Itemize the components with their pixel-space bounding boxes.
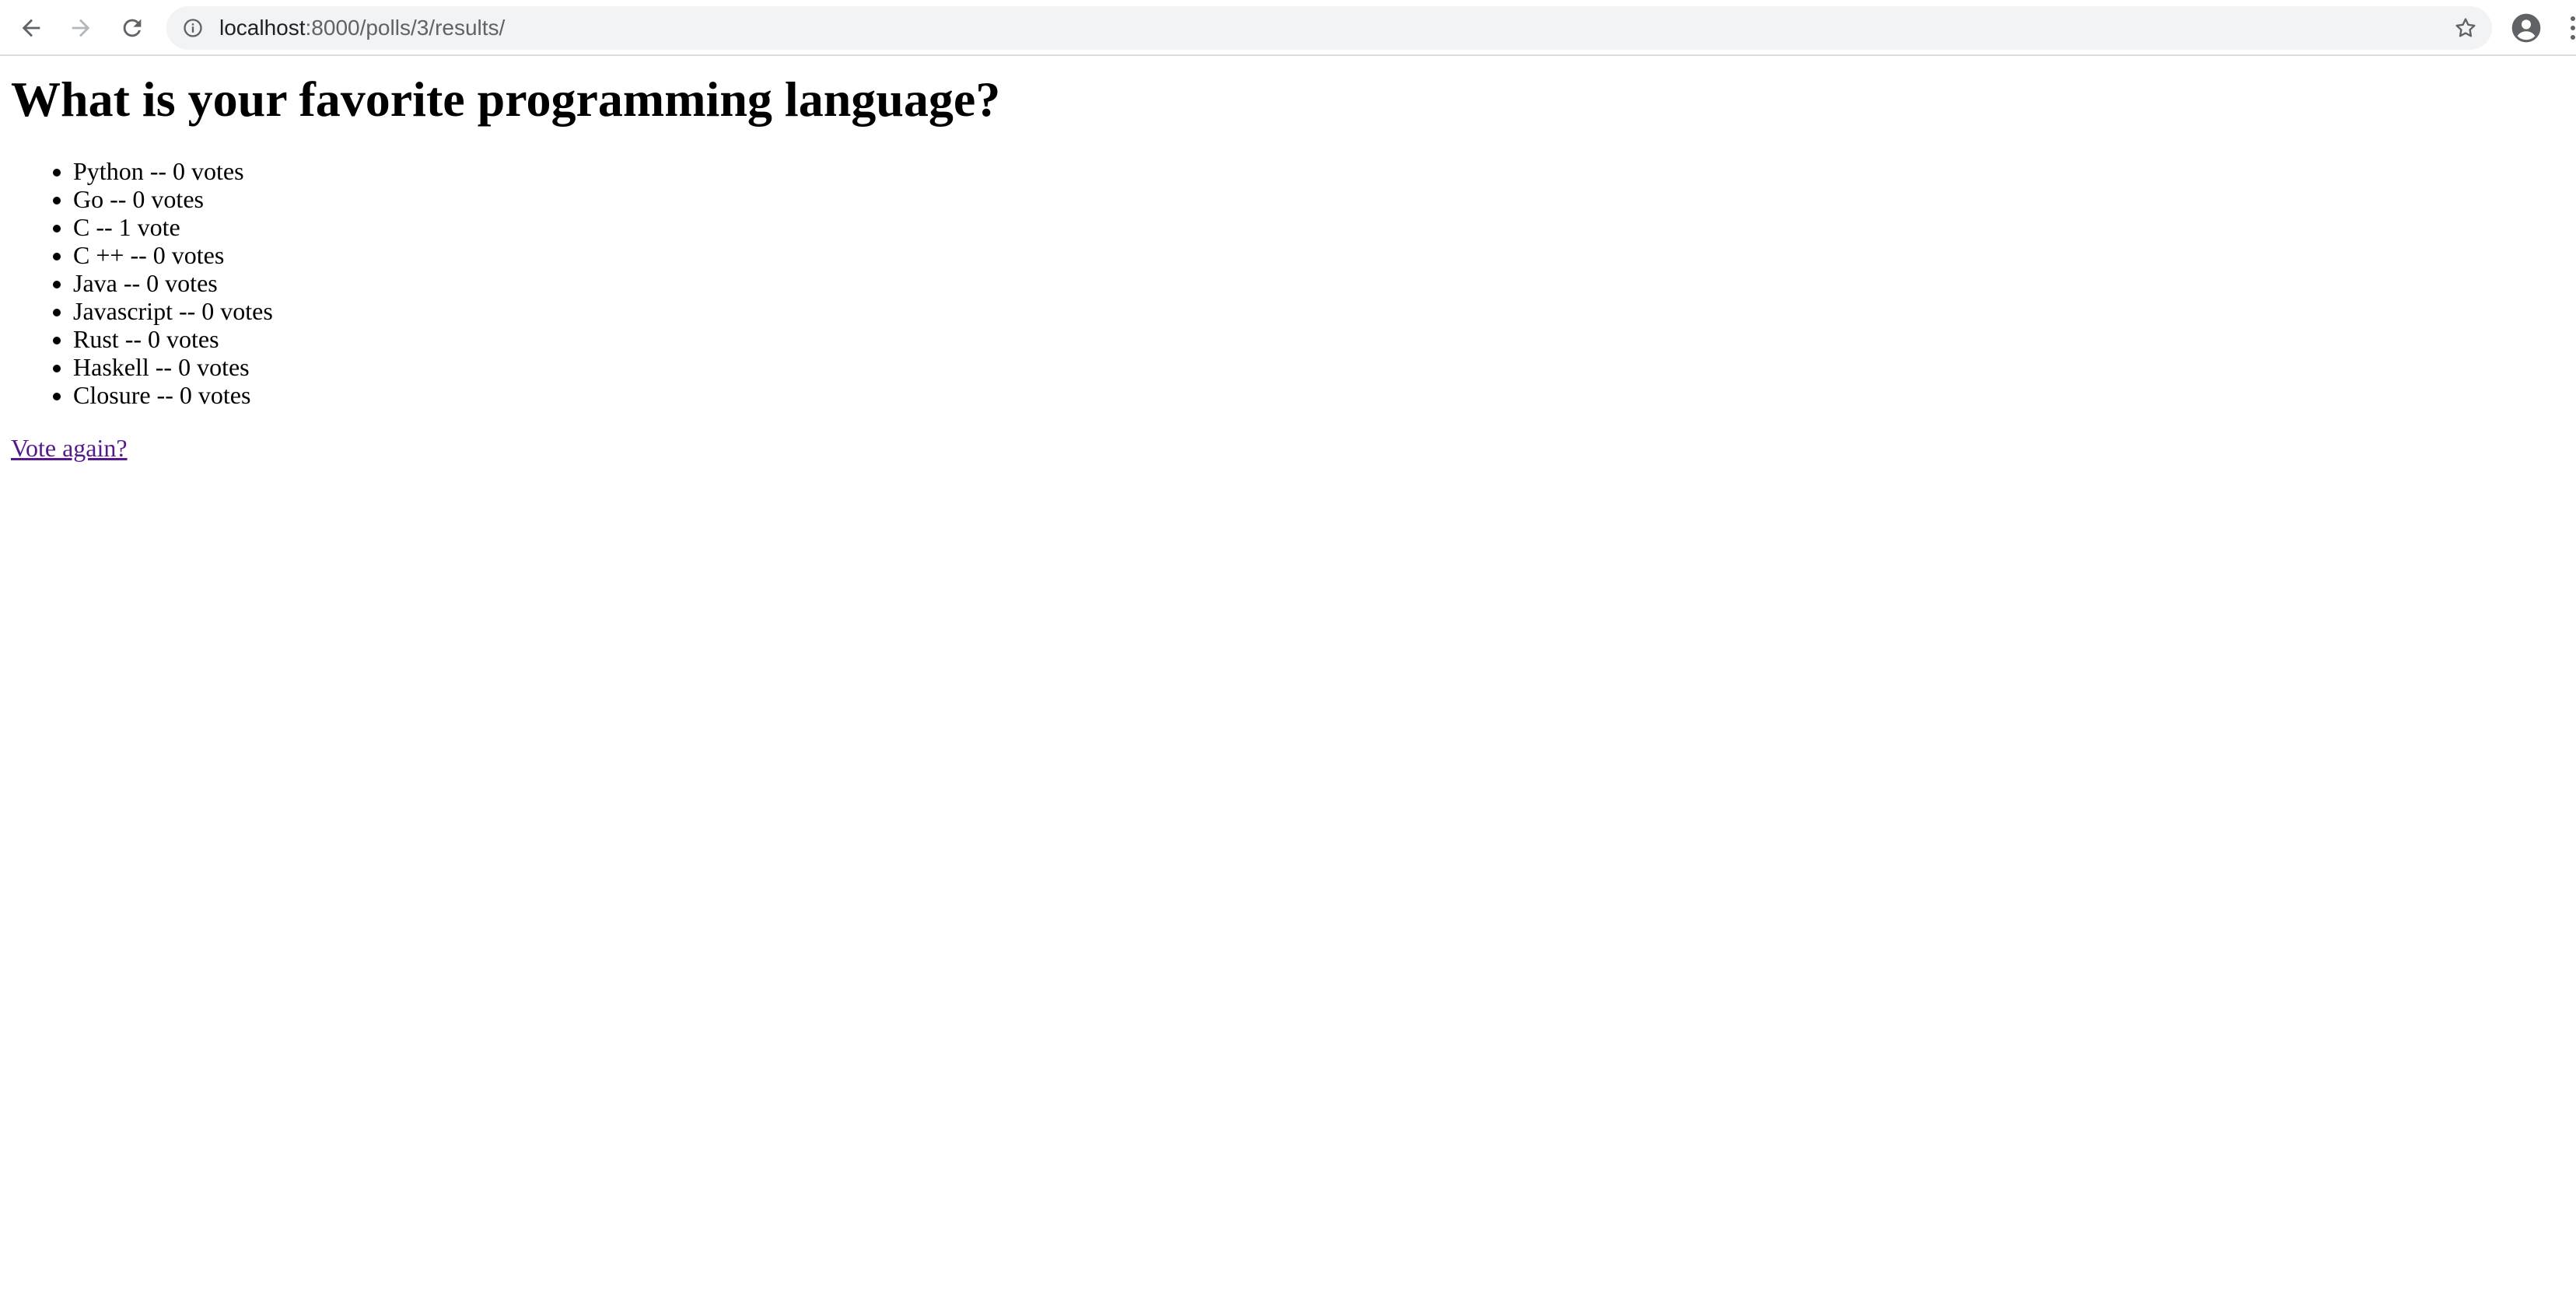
address-bar[interactable]: localhost:8000/polls/3/results/ [166,6,2492,50]
poll-question: What is your favorite programming langua… [11,72,1001,127]
browser-toolbar: localhost:8000/polls/3/results/ [0,0,2576,56]
result-item: Python -- 0 votes [73,157,273,185]
result-item: Closure -- 0 votes [73,381,273,409]
result-item: C -- 1 vote [73,213,273,241]
result-item: Go -- 0 votes [73,185,273,213]
kebab-menu-icon[interactable] [2564,14,2576,42]
arrow-left-icon [22,19,40,37]
page-content: What is your favorite programming langua… [0,56,2576,1311]
arrow-right-icon [72,19,90,37]
url-text[interactable]: localhost:8000/polls/3/results/ [219,6,505,50]
reload-icon [123,19,142,37]
back-button[interactable] [12,9,50,47]
result-item: Java -- 0 votes [73,269,273,297]
result-item: Rust -- 0 votes [73,325,273,353]
results-list: Python -- 0 votes Go -- 0 votes C -- 1 v… [0,157,273,409]
vote-again-link[interactable]: Vote again? [11,434,128,462]
result-item: Haskell -- 0 votes [73,353,273,381]
account-icon[interactable] [2509,11,2543,45]
info-icon[interactable] [182,17,204,39]
url-path: :8000/polls/3/results/ [305,16,506,40]
star-icon[interactable] [2453,16,2478,40]
result-item: Javascript -- 0 votes [73,297,273,325]
url-host: localhost [219,16,306,40]
forward-button[interactable] [62,9,100,47]
result-item: C ++ -- 0 votes [73,241,273,269]
reload-button[interactable] [114,9,151,47]
